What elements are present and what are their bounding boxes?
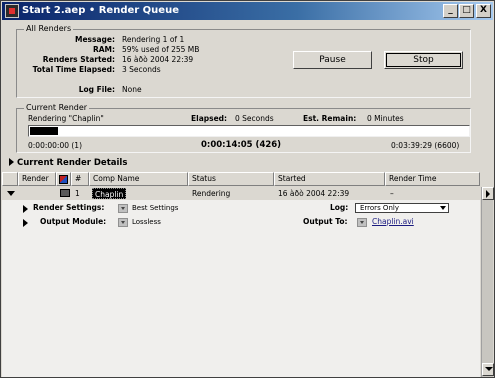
column-header-status[interactable]: Status xyxy=(188,172,274,186)
column-header-comp-name[interactable]: Comp Name xyxy=(89,172,188,186)
scroll-down-arrow-icon xyxy=(485,367,493,371)
render-queue-window: Start 2.aep • Render Queue _ □ X All Ren… xyxy=(0,0,495,378)
column-header-expand[interactable] xyxy=(2,172,18,186)
close-button[interactable]: X xyxy=(476,4,491,18)
start-timecode: 0:00:00:00 (1) xyxy=(28,141,82,150)
stop-button[interactable]: Stop xyxy=(384,51,463,69)
window-title: Start 2.aep • Render Queue xyxy=(22,5,179,16)
column-header-started[interactable]: Started xyxy=(274,172,385,186)
render-settings-expand-icon[interactable] xyxy=(23,205,31,214)
ram-label: RAM: xyxy=(92,45,115,54)
output-to-dropdown[interactable] xyxy=(357,218,367,227)
renders-started-value: 16 àðò 2004 22:39 xyxy=(122,55,194,64)
render-settings-value[interactable]: Best Settings xyxy=(132,203,178,213)
total-time-elapsed-value: 3 Seconds xyxy=(122,65,161,74)
output-module-value[interactable]: Lossless xyxy=(132,217,161,227)
elapsed-value: 0 Seconds xyxy=(235,114,274,123)
column-header-render-time[interactable]: Render Time xyxy=(385,172,480,186)
message-value: Rendering 1 of 1 xyxy=(122,35,185,44)
column-header-label-color[interactable] xyxy=(56,172,71,186)
row-comp-name[interactable]: Chaplin xyxy=(92,188,127,199)
output-module-dropdown[interactable] xyxy=(118,218,128,227)
output-module-expand-icon[interactable] xyxy=(23,219,31,228)
output-to-label: Output To: xyxy=(303,217,348,226)
total-time-elapsed-label: Total Time Elapsed: xyxy=(32,65,115,74)
current-render-details-toggle[interactable]: Current Render Details xyxy=(9,158,127,168)
render-settings-label: Render Settings: xyxy=(33,203,105,212)
row-number: 1 xyxy=(75,189,80,198)
output-module-label: Output Module: xyxy=(40,217,107,226)
current-render-group-label: Current Render xyxy=(24,103,90,112)
render-queue-table-header: Render # Comp Name Status Started Render… xyxy=(2,172,480,186)
end-timecode: 0:03:39:29 (6600) xyxy=(391,141,460,150)
scroll-up-button[interactable] xyxy=(482,187,494,200)
minimize-button[interactable]: _ xyxy=(443,4,458,18)
log-file-label: Log File: xyxy=(78,85,115,94)
row-details-panel: Render Settings: Best Settings Output Mo… xyxy=(2,200,480,377)
message-label: Message: xyxy=(75,35,115,44)
scroll-down-button[interactable] xyxy=(482,363,494,376)
row-expand-triangle-icon[interactable] xyxy=(7,191,15,197)
render-progress-bar xyxy=(28,125,470,137)
row-started: 16 àðò 2004 22:39 xyxy=(278,189,350,198)
log-label: Log: xyxy=(330,203,349,212)
title-bar[interactable]: Start 2.aep • Render Queue _ □ X xyxy=(2,2,493,20)
column-header-render[interactable]: Render xyxy=(18,172,56,186)
current-render-details-label: Current Render Details xyxy=(17,158,128,168)
rendering-comp-text: Rendering "Chaplin" xyxy=(28,114,104,123)
column-header-number[interactable]: # xyxy=(71,172,89,186)
current-timecode: 0:00:14:05 (426) xyxy=(201,140,282,150)
label-color-icon xyxy=(59,175,68,184)
all-renders-group-label: All Renders xyxy=(24,24,74,33)
after-effects-app-icon[interactable] xyxy=(5,4,19,18)
row-render-time: – xyxy=(390,189,394,198)
output-to-link[interactable]: Chaplin.avi xyxy=(372,217,414,227)
scroll-arrow-icon xyxy=(486,190,490,198)
log-dropdown-value: Errors Only xyxy=(360,204,399,212)
render-settings-dropdown[interactable] xyxy=(118,204,128,213)
render-queue-row[interactable]: 1 Chaplin Rendering 16 àðò 2004 22:39 – xyxy=(2,187,480,200)
maximize-button[interactable]: □ xyxy=(459,4,474,18)
elapsed-label: Elapsed: xyxy=(191,114,228,123)
chevron-down-icon xyxy=(440,206,446,210)
renders-started-label: Renders Started: xyxy=(42,55,115,64)
log-dropdown[interactable]: Errors Only xyxy=(355,203,449,213)
est-remain-label: Est. Remain: xyxy=(303,114,357,123)
vertical-scrollbar[interactable] xyxy=(481,187,494,377)
est-remain-value: 0 Minutes xyxy=(367,114,404,123)
pause-button[interactable]: Pause xyxy=(293,51,372,69)
render-progress-fill xyxy=(30,127,58,135)
row-label-color-swatch[interactable] xyxy=(60,189,70,197)
row-status: Rendering xyxy=(192,189,231,198)
log-file-value: None xyxy=(122,85,142,94)
ram-value: 59% used of 255 MB xyxy=(122,45,200,54)
expand-triangle-icon xyxy=(9,158,14,166)
